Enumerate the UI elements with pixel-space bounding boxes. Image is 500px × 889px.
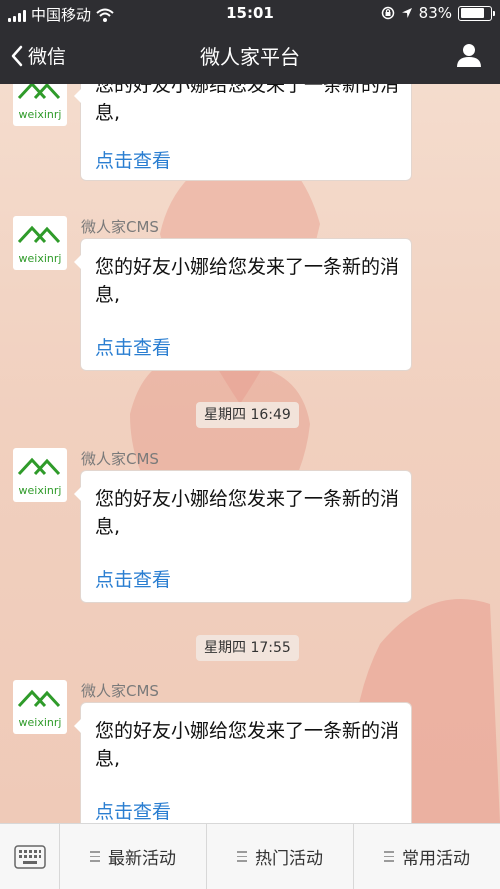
view-link[interactable]: 点击查看 xyxy=(95,333,171,360)
view-link[interactable]: 点击查看 xyxy=(95,565,171,592)
message-text: 您的好友小娜给您发来了一条新的消息, xyxy=(95,256,400,306)
message-bubble[interactable]: 您的好友小娜给您发来了一条新的消息, 点击查看 xyxy=(74,470,412,603)
message-text: 您的好友小娜给您发来了一条新的消息, xyxy=(95,84,400,124)
avatar[interactable]: weixinrj xyxy=(13,448,67,502)
user-profile-button[interactable] xyxy=(456,42,482,72)
avatar-text: weixinrj xyxy=(19,484,62,497)
timestamp: 星期四 17:55 xyxy=(196,635,299,661)
menu-lines-icon xyxy=(384,851,394,862)
menu-lines-icon xyxy=(237,851,247,862)
location-icon xyxy=(401,8,412,18)
battery-percent: 83% xyxy=(418,4,452,22)
avatar-text: weixinrj xyxy=(19,716,62,729)
keyboard-toggle-button[interactable] xyxy=(0,824,60,889)
menu-latest-activities[interactable]: 最新活动 xyxy=(60,824,207,889)
view-link[interactable]: 点击查看 xyxy=(95,797,171,823)
status-bar: 中国移动 15:01 83% xyxy=(0,0,500,28)
avatar[interactable]: weixinrj xyxy=(13,680,67,734)
sender-name: 微人家CMS xyxy=(81,218,159,236)
bottom-menu: 最新活动 热门活动 常用活动 xyxy=(0,823,500,889)
message-bubble[interactable]: 您的好友小娜给您发来了一条新的消息, 点击查看 xyxy=(74,702,412,823)
message-text: 您的好友小娜给您发来了一条新的消息, xyxy=(95,488,400,538)
house-logo-icon: weixinrj xyxy=(17,689,62,729)
avatar-text: weixinrj xyxy=(19,108,62,121)
message-bubble[interactable]: 您的好友小娜给您发来了一条新的消息, 点击查看 xyxy=(74,84,412,181)
avatar[interactable]: weixinrj xyxy=(13,216,67,270)
house-logo-icon: weixinrj xyxy=(17,84,62,121)
menu-common-activities[interactable]: 常用活动 xyxy=(354,824,500,889)
avatar[interactable]: weixinrj xyxy=(13,84,67,126)
message-text: 您的好友小娜给您发来了一条新的消息, xyxy=(95,720,400,770)
user-icon xyxy=(457,44,481,67)
timestamp: 星期四 16:49 xyxy=(196,402,299,428)
sender-name: 微人家CMS xyxy=(81,450,159,468)
rotation-lock-icon xyxy=(381,6,394,20)
chat-area[interactable]: weixinrj 您的好友小娜给您发来了一条新的消息, 点击查看 weixinr… xyxy=(0,84,500,823)
house-logo-icon: weixinrj xyxy=(17,457,62,497)
battery-icon xyxy=(458,5,495,21)
house-logo-icon: weixinrj xyxy=(17,225,62,265)
status-right: 83% xyxy=(381,4,495,22)
message-bubble[interactable]: 您的好友小娜给您发来了一条新的消息, 点击查看 xyxy=(74,238,412,371)
avatar-text: weixinrj xyxy=(19,252,62,265)
menu-item-label: 热门活动 xyxy=(255,849,323,869)
sender-name: 微人家CMS xyxy=(81,682,159,700)
page-title: 微人家平台 xyxy=(200,45,300,69)
nav-bar: 微信 微人家平台 xyxy=(0,28,500,84)
menu-lines-icon xyxy=(90,851,100,862)
menu-item-label: 最新活动 xyxy=(108,849,176,869)
menu-hot-activities[interactable]: 热门活动 xyxy=(207,824,354,889)
battery-level xyxy=(460,8,484,18)
keyboard-icon xyxy=(13,844,46,869)
menu-item-label: 常用活动 xyxy=(402,849,470,869)
view-link[interactable]: 点击查看 xyxy=(95,146,171,173)
